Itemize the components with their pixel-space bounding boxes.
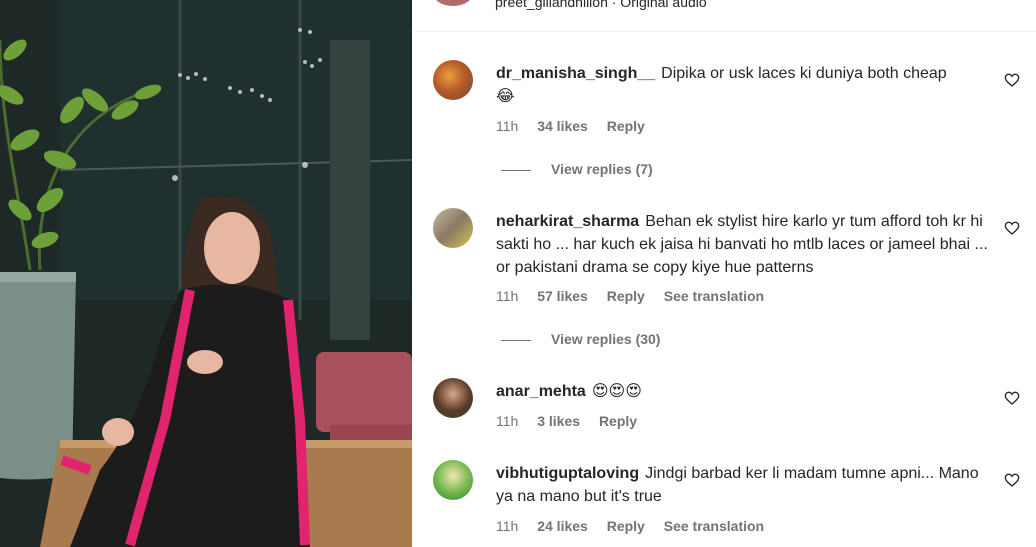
avatar[interactable] [433,60,473,100]
comment-likes[interactable]: 57 likes [537,288,588,304]
comment-username[interactable]: vibhutiguptaloving [496,465,639,482]
comment-emoji: 😂 [496,88,515,105]
reply-button[interactable]: Reply [599,413,637,429]
comment-meta: 11h 24 likes Reply See translation [496,518,779,534]
replies-divider [501,339,531,341]
comment-time: 11h [496,518,519,534]
comment-username[interactable]: dr_manisha_singh__ [496,65,655,82]
comments-panel: preet_gillandhillon · Original audio dr_… [413,0,1036,547]
avatar[interactable] [433,378,473,418]
instagram-post-view: preet_gillandhillon · Original audio dr_… [0,0,1036,547]
comment-time: 11h [496,118,519,134]
reply-button[interactable]: Reply [607,288,645,304]
avatar[interactable] [433,460,473,500]
comment-meta: 11h 34 likes Reply [496,118,660,134]
comment-text: Dipika or usk laces ki duniya both cheap [661,65,947,82]
post-photo[interactable] [0,0,412,547]
like-heart-icon[interactable] [1004,72,1020,88]
avatar[interactable] [433,208,473,248]
view-replies-label: View replies (30) [551,331,661,347]
comment-text-block: vibhutiguptaloving Jindgi barbad ker li m… [496,462,996,508]
comment-time: 11h [496,288,519,304]
reply-button[interactable]: Reply [607,518,645,534]
comment-text-block: anar_mehta 😍😍😍 [496,380,996,403]
comment-username[interactable]: neharkirat_sharma [496,213,639,230]
post-header-strip: preet_gillandhillon · Original audio [413,0,1036,32]
author-avatar[interactable] [433,0,473,6]
like-heart-icon[interactable] [1004,220,1020,236]
see-translation-button[interactable]: See translation [664,288,764,304]
view-replies-button[interactable]: View replies (30) [501,331,660,347]
like-heart-icon[interactable] [1004,472,1020,488]
comment-time: 11h [496,413,519,429]
replies-divider [501,169,531,171]
like-heart-icon[interactable] [1004,390,1020,406]
comment-emoji: 😍😍😍 [591,383,642,400]
comment-likes[interactable]: 24 likes [537,518,588,534]
see-translation-button[interactable]: See translation [664,518,764,534]
comment-text-block: dr_manisha_singh__ Dipika or usk laces ki… [496,62,996,108]
author-audio-line[interactable]: preet_gillandhillon · Original audio [495,0,707,10]
view-replies-button[interactable]: View replies (7) [501,161,653,177]
comment-meta: 11h 3 likes Reply [496,413,652,429]
photo-illustration [0,0,412,547]
reply-button[interactable]: Reply [607,118,645,134]
comment-likes[interactable]: 34 likes [537,118,588,134]
comment-username[interactable]: anar_mehta [496,383,586,400]
view-replies-label: View replies (7) [551,161,653,177]
comment-text-block: neharkirat_sharma Behan ek stylist hire k… [496,210,996,279]
comment-meta: 11h 57 likes Reply See translation [496,288,779,304]
comment-likes[interactable]: 3 likes [537,413,580,429]
